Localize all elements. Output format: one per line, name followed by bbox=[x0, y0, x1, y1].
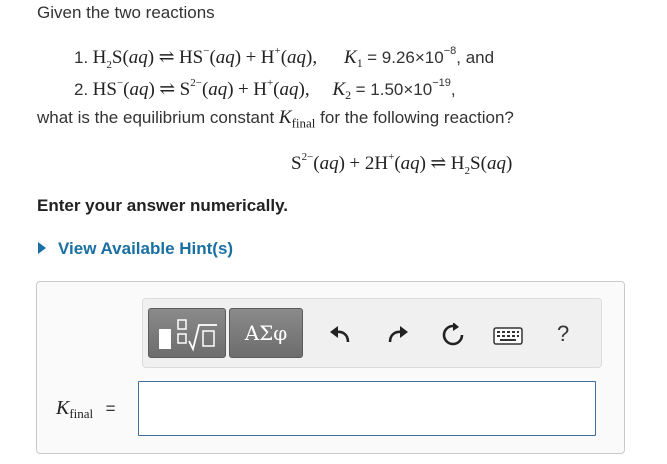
reaction-1: 1. H2S(aq) ⇌ HS−(aq) + H+(aq), K1 = 9.26… bbox=[74, 44, 495, 71]
intro-text: Given the two reactions bbox=[37, 3, 215, 22]
templates-button[interactable] bbox=[148, 308, 226, 358]
answer-input[interactable] bbox=[138, 381, 596, 436]
reset-icon[interactable] bbox=[441, 323, 465, 347]
radical-template-icon bbox=[159, 319, 217, 352]
k1-value: = 9.26×10−8, and bbox=[367, 45, 495, 67]
instruction-text: Enter your answer numerically. bbox=[37, 196, 288, 215]
reaction-2: 2. HS−(aq) ⇌ S2−(aq) + H+(aq), K2 = 1.50… bbox=[74, 76, 456, 103]
equilibrium-arrow: ⇌ bbox=[430, 153, 447, 174]
k2-value: = 1.50×10−19, bbox=[355, 77, 456, 99]
final-reaction: S2−(aq) + 2H+(aq) ⇌ H2S(aq) bbox=[291, 150, 513, 177]
equilibrium-arrow: ⇌ bbox=[158, 47, 175, 68]
help-button[interactable]: ? bbox=[557, 321, 569, 347]
equilibrium-arrow: ⇌ bbox=[159, 79, 176, 100]
expand-arrow-icon bbox=[38, 242, 46, 254]
keyboard-icon[interactable] bbox=[493, 327, 523, 345]
undo-icon[interactable] bbox=[328, 324, 352, 346]
question-text: what is the equilibrium constant Kfinal … bbox=[37, 107, 514, 131]
redo-icon[interactable] bbox=[386, 324, 410, 346]
symbols-button[interactable]: ΑΣφ bbox=[229, 308, 303, 358]
view-hints-link[interactable]: View Available Hint(s) bbox=[38, 239, 233, 259]
math-toolbar: ΑΣφ ? bbox=[142, 298, 602, 368]
answer-label: Kfinal = bbox=[56, 397, 116, 422]
